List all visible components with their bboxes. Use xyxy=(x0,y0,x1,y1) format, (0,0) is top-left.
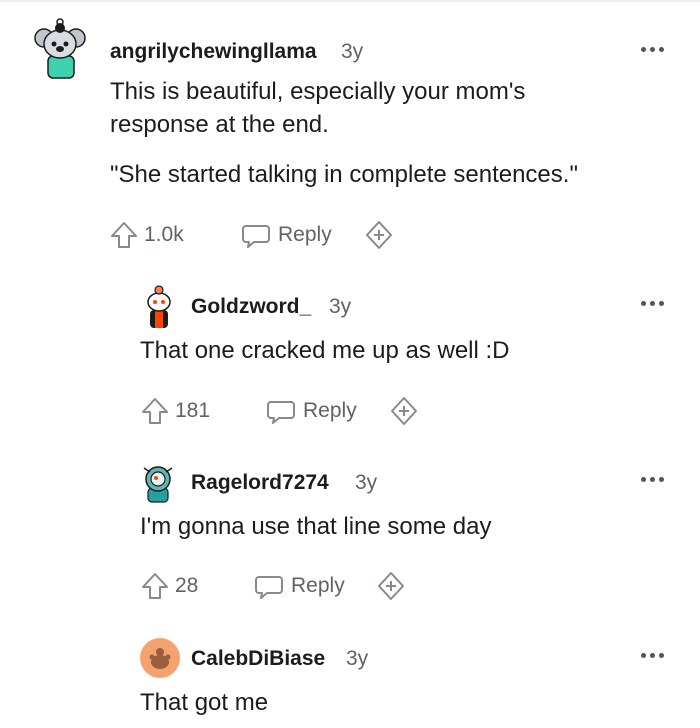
more-options-icon[interactable] xyxy=(641,298,669,308)
reply-bubble-icon xyxy=(267,401,295,424)
comment-age: 3y xyxy=(346,647,369,670)
comment-actions: 28 Reply xyxy=(139,569,439,603)
upvote-arrow-icon xyxy=(111,222,137,248)
vote-count: 28 xyxy=(175,574,199,597)
comment-text: I'm gonna use that line some day xyxy=(140,513,492,540)
comment-text: That got me xyxy=(140,689,269,716)
reply-label: Reply xyxy=(278,223,332,246)
username[interactable]: CalebDiBiase xyxy=(191,647,325,671)
user-avatar[interactable] xyxy=(138,462,178,504)
comment-actions: 181 Reply xyxy=(139,394,439,428)
more-options-icon[interactable] xyxy=(641,44,669,54)
more-options-icon[interactable] xyxy=(641,474,669,484)
more-options-icon[interactable] xyxy=(641,650,669,660)
upvote-button[interactable]: 28 xyxy=(139,569,198,603)
comment-text: This is beautiful, especially your mom's… xyxy=(110,78,526,138)
comment-age: 3y xyxy=(355,471,378,494)
user-avatar[interactable] xyxy=(140,284,178,330)
reply-bubble-icon xyxy=(242,225,270,248)
reply-bubble-icon xyxy=(255,576,283,599)
award-button[interactable] xyxy=(388,394,420,428)
username[interactable]: angrilychewingllama xyxy=(110,40,317,64)
upvote-arrow-icon xyxy=(142,573,168,599)
upvote-button[interactable]: 181 xyxy=(139,394,210,428)
reply-button[interactable]: Reply xyxy=(265,394,357,428)
vote-count: 1.0k xyxy=(144,223,184,246)
username[interactable]: Goldzword_ xyxy=(191,295,311,319)
reply-button[interactable]: Reply xyxy=(240,218,332,252)
username[interactable]: Ragelord7274 xyxy=(191,471,329,495)
upvote-arrow-icon xyxy=(142,398,168,424)
reply-button[interactable]: Reply xyxy=(253,569,345,603)
award-plus-icon xyxy=(391,397,417,425)
top-divider xyxy=(0,0,700,2)
reply-label: Reply xyxy=(291,574,345,597)
comment-age: 3y xyxy=(329,295,352,318)
vote-count: 181 xyxy=(175,399,211,422)
user-avatar[interactable] xyxy=(34,18,86,80)
comment-age: 3y xyxy=(341,40,364,63)
award-button[interactable] xyxy=(375,569,407,603)
comment-text: That one cracked me up as well :D xyxy=(140,337,510,364)
reply-label: Reply xyxy=(303,399,357,422)
comment-text: "She started talking in complete sentenc… xyxy=(110,161,578,188)
upvote-button[interactable]: 1.0k xyxy=(108,218,184,252)
award-plus-icon xyxy=(378,572,404,600)
user-avatar[interactable] xyxy=(140,638,180,678)
award-plus-icon xyxy=(366,221,392,249)
comment-actions: 1.0k Reply xyxy=(108,218,408,252)
award-button[interactable] xyxy=(363,218,395,252)
